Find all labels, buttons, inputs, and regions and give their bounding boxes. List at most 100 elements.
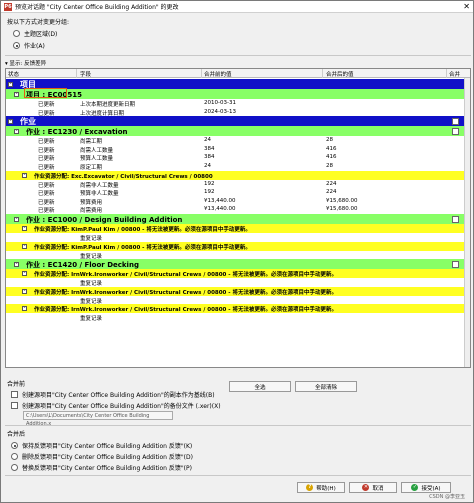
group-header-row[interactable]: - 作业资源分配: IrnWrk.Ironworker / Civil/Struc… [6, 269, 470, 279]
cell-new: ¥15,680.00 [326, 197, 358, 204]
collapse-icon[interactable]: - [22, 271, 27, 277]
accept-button[interactable]: ✓ 接受(A) [401, 482, 451, 493]
column-new[interactable]: 合并后的值 [326, 70, 354, 78]
column-field[interactable]: 字段 [80, 70, 91, 78]
merge-checkbox[interactable] [452, 215, 459, 223]
create-backup-checkbox[interactable]: 创建源项目"City Center Office Building Additi… [11, 401, 221, 410]
radio-icon [11, 464, 18, 471]
radio-selected-icon [13, 42, 20, 49]
column-merge[interactable]: 合并 [449, 70, 460, 78]
group-header-row[interactable]: - 作业 : EC1420 / Floor Decking [6, 259, 470, 270]
cell-current: 192 [204, 189, 215, 196]
group-title: 作业资源分配: KimP.Paul Kim / 00800 - 将无法被更新。必… [34, 244, 251, 251]
merge-checkbox[interactable] [452, 127, 459, 135]
cancel-button-label: 取消 [372, 485, 384, 492]
table-row[interactable]: 重复记录 [6, 278, 470, 287]
collapse-icon[interactable]: - [22, 226, 27, 231]
cell-current: ¥13,440.00 [204, 206, 236, 213]
create-baseline-checkbox[interactable]: 创建源项目"City Center Office Building Additi… [11, 390, 215, 399]
radio-label: 保持反馈项目"City Center Office Building Addit… [22, 443, 193, 450]
group-header-row[interactable]: - 作业 [6, 116, 470, 127]
collapse-icon[interactable]: - [8, 118, 13, 124]
table-row[interactable]: 已更新 预算人工数量 384 416 [6, 153, 470, 162]
table-row[interactable]: 已更新 尚需费用 ¥13,440.00 ¥15,680.00 [6, 205, 470, 214]
table-row[interactable]: 已更新 尚需非人工数量 192 224 [6, 179, 470, 189]
radio-selected-icon [11, 442, 18, 449]
accept-button-label: 接受(A) [421, 485, 441, 492]
filter-bar[interactable]: ▾ 显示: 反馈差异 [5, 59, 471, 67]
table-row[interactable]: 重复记录 [6, 250, 470, 260]
table-row[interactable]: 已更新 上次本期进度更新日期 2010-03-31 [6, 99, 470, 108]
group-title: 作业资源分配: IrnWrk.Ironworker / Civil/Struct… [34, 289, 337, 296]
replace-feedback-radio[interactable]: 替换反馈项目"City Center Office Building Addit… [11, 463, 192, 472]
merge-checkbox[interactable] [452, 117, 459, 125]
backup-path-field[interactable]: C:\Users\L\Documents\City Center Office … [23, 411, 173, 427]
divider [5, 475, 471, 476]
group-title: 作业资源分配: IrnWrk.Ironworker / Civil/Struct… [34, 307, 337, 314]
cell-current: 2010-03-31 [204, 100, 236, 106]
merge-checkbox[interactable] [452, 260, 459, 268]
cancel-button[interactable]: ✕ 取消 [349, 482, 397, 493]
table-row[interactable]: 重复记录 [6, 313, 470, 322]
help-button-label: 帮助(H) [316, 485, 336, 492]
group-header-row[interactable]: - 项目 [6, 79, 470, 89]
collapse-icon[interactable]: - [14, 261, 19, 267]
cell-new: 28 [326, 137, 333, 144]
checkbox-label: 创建源项目"City Center Office Building Additi… [22, 403, 221, 410]
close-icon[interactable]: ✕ [463, 2, 470, 11]
select-all-button[interactable]: 全选 [229, 381, 291, 392]
accept-icon: ✓ [411, 484, 419, 491]
cell-field: 重复记录 [80, 316, 103, 323]
group-header-row[interactable]: - 作业 : EC1000 / Design Building Addition [6, 214, 470, 224]
group-header-row[interactable]: - 项目 : EC00515 [6, 89, 470, 99]
table-row[interactable]: 已更新 尚需工期 24 28 [6, 136, 470, 145]
collapse-icon[interactable]: - [14, 128, 19, 134]
cell-current: 192 [204, 180, 215, 187]
collapse-icon[interactable]: - [22, 243, 27, 249]
group-by-subject-radio[interactable]: 主题区域(D) [13, 29, 57, 38]
table-row[interactable]: 已更新 尚需人工数量 384 416 [6, 144, 470, 154]
collapse-icon[interactable]: - [22, 172, 27, 178]
group-header-row[interactable]: - 作业资源分配: Exc.Excavator / Civil/Structura… [6, 170, 470, 180]
vertical-scrollbar[interactable] [464, 78, 470, 367]
table-row[interactable]: 已更新 预算非人工数量 192 224 [6, 188, 470, 197]
radio-icon [13, 30, 20, 37]
collapse-icon[interactable]: - [14, 216, 19, 222]
column-separator [201, 69, 202, 78]
group-header-row[interactable]: - 作业资源分配: KimP.Paul Kim / 00800 - 将无法被更新。… [6, 224, 470, 233]
cell-current: 384 [204, 145, 215, 152]
cell-current: 2024-03-13 [204, 108, 236, 115]
group-title: 作业资源分配: IrnWrk.Ironworker / Civil/Struct… [34, 272, 337, 279]
collapse-icon[interactable]: - [8, 81, 13, 87]
collapse-icon[interactable]: - [22, 288, 27, 294]
checkbox-icon [11, 391, 18, 398]
group-header-row[interactable]: - 作业资源分配: IrnWrk.Ironworker / Civil/Struc… [6, 286, 470, 296]
group-title: 作业资源分配: KimP.Paul Kim / 00800 - 将无法被更新。必… [34, 227, 251, 233]
table-row[interactable]: 重复记录 [6, 233, 470, 242]
changes-grid[interactable]: 状态 字段 合并前的值 合并后的值 合并 - 项目 - 项目 : EC00515 已更新… [5, 68, 471, 368]
cancel-icon: ✕ [362, 484, 370, 491]
table-row[interactable]: 已更新 原定工期 24 28 [6, 162, 470, 171]
filter-dropdown-icon: ▾ [5, 61, 8, 67]
table-row[interactable]: 已更新 预算费用 ¥13,440.00 ¥15,680.00 [6, 196, 470, 206]
table-row[interactable]: 重复记录 [6, 295, 470, 305]
clear-all-button[interactable]: 全部清除 [295, 381, 357, 392]
group-header-row[interactable]: - 作业资源分配: IrnWrk.Ironworker / Civil/Struc… [6, 304, 470, 314]
collapse-icon[interactable]: - [22, 306, 27, 312]
help-button[interactable]: ? 帮助(H) [297, 482, 345, 493]
column-current[interactable]: 合并前的值 [204, 70, 232, 78]
delete-feedback-radio[interactable]: 删除反馈项目"City Center Office Building Addit… [11, 452, 193, 461]
table-row[interactable]: 已更新 上次进度计算日期 2024-03-13 [6, 107, 470, 117]
group-header-row[interactable]: - 作业资源分配: KimP.Paul Kim / 00800 - 将无法被更新。… [6, 241, 470, 251]
cell-new: 224 [326, 180, 337, 187]
cell-new: 224 [326, 189, 337, 196]
app-icon: P6 [4, 2, 12, 11]
column-separator [446, 69, 447, 78]
preview-changes-dialog: P6 预览对话题 "City Center Office Building Ad… [0, 0, 474, 503]
group-header-row[interactable]: - 作业 : EC1230 / Excavation [6, 126, 470, 137]
checkbox-icon [11, 402, 18, 409]
column-status[interactable]: 状态 [8, 70, 19, 78]
keep-feedback-radio[interactable]: 保持反馈项目"City Center Office Building Addit… [11, 441, 192, 450]
group-by-activity-radio[interactable]: 作业(A) [13, 41, 45, 50]
collapse-icon[interactable]: - [14, 91, 19, 97]
